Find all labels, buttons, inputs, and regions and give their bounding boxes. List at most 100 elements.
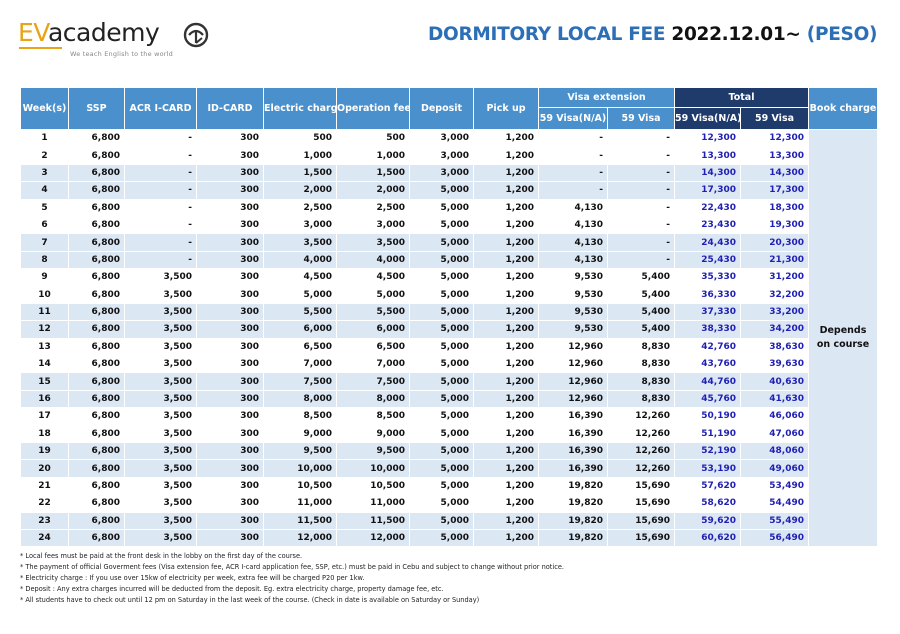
cell-acr-icard: 3,500 [124,302,197,322]
cell-week: 2 [20,146,69,165]
cell-id-card: 300 [196,424,264,444]
cell-pick-up: 1,200 [473,459,539,478]
cell-ssp: 6,800 [68,337,125,357]
cell-visa-extension-59: - [607,163,675,183]
cell-ssp: 6,800 [68,198,125,217]
cell-deposit: 5,000 [409,528,474,548]
cell-pick-up: 1,200 [473,355,539,374]
cell-pick-up: 1,200 [473,511,539,530]
cell-electric-charge: 1,000 [263,146,337,165]
cell-visa-extension-na: - [538,128,608,148]
cell-visa-extension-na: 12,960 [538,355,608,374]
cell-visa-extension-59: - [607,215,675,235]
cell-acr-icard: 3,500 [124,511,197,530]
cell-pick-up: 1,200 [473,337,539,357]
fee-table-body: 1 6,800-300 500 500 3,000 1,200- -12,300 12,300… [20,128,878,548]
cell-visa-extension-na: 9,530 [538,285,608,304]
header-total: Total [674,87,809,108]
cell-pick-up: 1,200 [473,528,539,548]
cell-week: 4 [20,181,69,200]
cell-visa-extension-na: 4,130 [538,250,608,270]
cell-week: 24 [20,528,69,548]
cell-visa-extension-na: 9,530 [538,268,608,287]
cell-total-na: 42,760 [674,337,741,357]
cell-acr-icard: 3,500 [124,268,197,287]
cell-visa-extension-59: 15,690 [607,476,675,496]
cell-electric-charge: 5,500 [263,302,337,322]
cell-deposit: 5,000 [409,476,474,496]
cell-visa-extension-59: - [607,233,675,252]
cell-total-na: 53,190 [674,459,741,478]
cell-pick-up: 1,200 [473,320,539,339]
cell-visa-extension-na: - [538,163,608,183]
cell-visa-extension-59: 12,260 [607,459,675,478]
cell-visa-extension-59: 15,690 [607,511,675,530]
table-row: 2 6,800-300 1,000 1,000 3,000 1,200- -13,300 13… [20,146,878,165]
cell-visa-extension-na: 4,130 [538,198,608,217]
cell-operation-fee: 5,500 [336,302,410,322]
cell-acr-icard: - [124,163,197,183]
cell-deposit: 5,000 [409,320,474,339]
page-title: DORMITORY LOCAL FEE 2022.12.01~ (PESO) [428,24,877,45]
cell-electric-charge: 6,000 [263,320,337,339]
cell-ssp: 6,800 [68,320,125,339]
cell-acr-icard: - [124,198,197,217]
cell-operation-fee: 8,500 [336,407,410,426]
cell-pick-up: 1,200 [473,128,539,148]
header-ssp: SSP [68,87,125,130]
cell-id-card: 300 [196,476,264,496]
cell-visa-extension-na: - [538,146,608,165]
cell-deposit: 5,000 [409,424,474,444]
cell-electric-charge: 2,500 [263,198,337,217]
cell-visa-extension-59: - [607,198,675,217]
cell-week: 5 [20,198,69,217]
cell-id-card: 300 [196,337,264,357]
cell-id-card: 300 [196,233,264,252]
footnote: * All students have to check out until 1… [20,596,480,604]
cell-operation-fee: 9,000 [336,424,410,444]
cell-acr-icard: 3,500 [124,337,197,357]
cell-acr-icard: - [124,146,197,165]
footnote: * Deposit : Any extra charges incurred w… [20,585,444,593]
cell-acr-icard: 3,500 [124,389,197,409]
cell-operation-fee: 7,500 [336,372,410,391]
cell-deposit: 5,000 [409,250,474,270]
cell-operation-fee: 8,000 [336,389,410,409]
cell-total-na: 22,430 [674,198,741,217]
cell-operation-fee: 1,000 [336,146,410,165]
cell-total-59: 48,060 [740,442,809,461]
header-pick-up: Pick up [473,87,539,130]
cell-visa-extension-59: 5,400 [607,268,675,287]
cell-id-card: 300 [196,442,264,461]
cell-acr-icard: 3,500 [124,459,197,478]
cell-total-na: 12,300 [674,128,741,148]
cell-total-na: 23,430 [674,215,741,235]
cell-deposit: 5,000 [409,372,474,391]
cell-id-card: 300 [196,250,264,270]
cell-total-59: 20,300 [740,233,809,252]
cell-acr-icard: 3,500 [124,355,197,374]
cell-id-card: 300 [196,407,264,426]
cell-pick-up: 1,200 [473,181,539,200]
table-row: 5 6,800-300 2,500 2,500 5,000 1,200 4,130-22,4… [20,198,878,217]
cell-deposit: 5,000 [409,181,474,200]
cell-week: 13 [20,337,69,357]
cell-week: 8 [20,250,69,270]
cell-pick-up: 1,200 [473,163,539,183]
cell-pick-up: 1,200 [473,198,539,217]
table-row: 11 6,800 3,500 300 5,500 5,500 5,000 1,200 9,530… [20,302,878,322]
cell-visa-extension-na: 4,130 [538,215,608,235]
cell-deposit: 3,000 [409,128,474,148]
cell-total-59: 14,300 [740,163,809,183]
cell-id-card: 300 [196,198,264,217]
cell-visa-extension-59: - [607,250,675,270]
cell-operation-fee: 10,000 [336,459,410,478]
cell-total-na: 37,330 [674,302,741,322]
cell-deposit: 5,000 [409,389,474,409]
cell-acr-icard: 3,500 [124,285,197,304]
table-row: 18 6,800 3,500 300 9,000 9,000 5,000 1,200 16,39… [20,424,878,444]
table-row: 13 6,800 3,500 300 6,500 6,500 5,000 1,200 12,96… [20,337,878,357]
cell-visa-extension-na: 12,960 [538,337,608,357]
cell-operation-fee: 12,000 [336,528,410,548]
cell-acr-icard: 3,500 [124,407,197,426]
